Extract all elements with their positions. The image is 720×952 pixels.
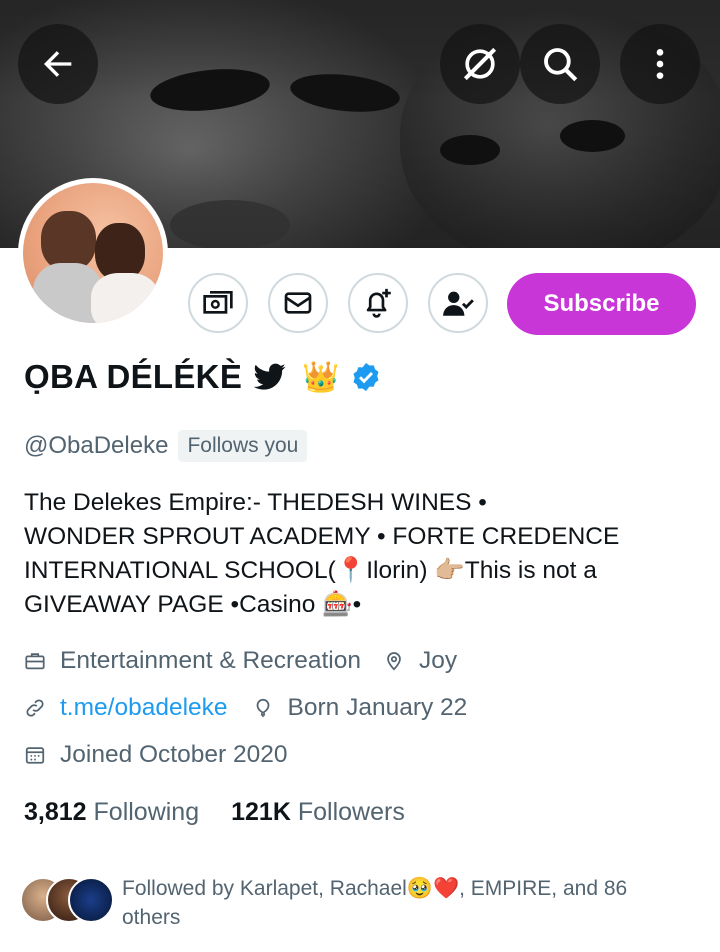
bell-plus-icon: [366, 288, 391, 318]
profile-category: Entertainment & Recreation: [60, 647, 361, 674]
verified-badge-icon[interactable]: [350, 361, 382, 393]
followers-count: 121K: [231, 798, 291, 826]
bio: The Delekes Empire:- THEDESH WINES • WON…: [24, 486, 684, 622]
avatar[interactable]: [18, 178, 168, 328]
location-pin-icon: [387, 652, 401, 671]
follows-you-badge: Follows you: [178, 430, 308, 462]
following-count: 3,812: [24, 798, 87, 826]
followed-by-text[interactable]: Followed by Karlapet, Rachael🥹❤️, EMPIRE…: [122, 874, 682, 932]
display-name: ỌBA DÉLÉKÈ: [24, 358, 243, 395]
mutual-avatar: [68, 877, 114, 923]
search-icon: [544, 48, 578, 82]
grok-slash-icon: [463, 47, 497, 81]
notifications-button[interactable]: [348, 273, 408, 333]
calendar-icon: [25, 747, 45, 764]
handle-row: @ObaDeleke Follows you: [24, 430, 308, 462]
bio-line: INTERNATIONAL SCHOOL(📍Ilorin) 👉🏼This is …: [24, 557, 597, 584]
followers-link[interactable]: 121K Followers: [231, 798, 405, 827]
back-button[interactable]: [18, 24, 98, 104]
tip-button[interactable]: [188, 273, 248, 333]
person-check-icon: [443, 291, 474, 316]
profile-birthday: Born January 22: [287, 694, 468, 721]
bio-line: GIVEAWAY PAGE •Casino 🎰•: [24, 591, 362, 618]
message-button[interactable]: [268, 273, 328, 333]
profile-name: ỌBA DÉLÉKÈ 👑: [24, 358, 382, 396]
following-link[interactable]: 3,812 Following: [24, 798, 199, 827]
meta-row-3: Joined October 2020: [24, 741, 287, 769]
bio-line: WONDER SPROUT ACADEMY • FORTE CREDENCE: [24, 523, 620, 550]
username: @ObaDeleke: [24, 432, 169, 459]
meta-row-1: Entertainment & Recreation Joy: [24, 647, 457, 675]
envelope-icon: [284, 292, 312, 314]
more-button[interactable]: [620, 24, 700, 104]
profile-location: Joy: [418, 647, 458, 674]
crown-emoji: 👑: [302, 360, 340, 394]
avatar-photo: [23, 183, 163, 323]
following-button[interactable]: [428, 273, 488, 333]
balloon-icon: [256, 698, 269, 718]
followers-label: Followers: [297, 798, 405, 826]
link-icon: [26, 699, 44, 717]
money-icon: [203, 291, 233, 314]
search-button[interactable]: [520, 24, 600, 104]
subscribe-button[interactable]: Subscribe: [507, 273, 696, 335]
following-label: Following: [93, 798, 200, 826]
grok-button[interactable]: [440, 24, 520, 104]
bio-line: The Delekes Empire:- THEDESH WINES •: [24, 489, 487, 516]
meta-row-2: t.me/obadeleke Born January 22: [24, 694, 467, 722]
twitter-bird-icon: [254, 363, 286, 390]
briefcase-icon: [25, 653, 45, 670]
follow-stats: 3,812 Following 121K Followers: [24, 798, 405, 827]
profile-joined: Joined October 2020: [60, 741, 288, 768]
more-vertical-icon: [656, 49, 664, 79]
arrow-left-icon: [44, 51, 72, 77]
profile-website-link[interactable]: t.me/obadeleke: [60, 694, 228, 722]
